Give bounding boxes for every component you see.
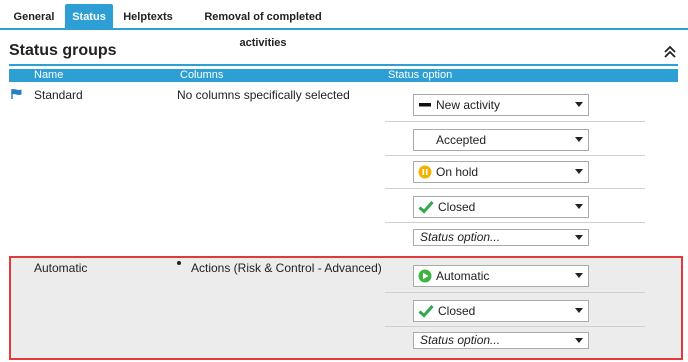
status-option-label: Closed bbox=[438, 200, 476, 214]
section-title: Status groups bbox=[9, 42, 117, 59]
group-columns: Actions (Risk & Control - Advanced) bbox=[191, 261, 382, 275]
tab-general[interactable]: General bbox=[6, 4, 62, 30]
row-divider bbox=[385, 155, 645, 156]
dash-icon bbox=[419, 103, 431, 107]
status-option-select[interactable]: Closed bbox=[413, 300, 589, 322]
row-divider bbox=[385, 292, 645, 293]
status-option-label: Accepted bbox=[436, 133, 487, 147]
header-status-option: Status option bbox=[388, 69, 453, 81]
tab-helptexts[interactable]: Helptexts bbox=[118, 4, 178, 30]
status-option-select[interactable]: Automatic bbox=[413, 265, 589, 287]
check-icon bbox=[418, 200, 434, 214]
status-option-select[interactable]: New activity bbox=[413, 94, 589, 116]
chevron-down-icon bbox=[575, 102, 583, 107]
pause-icon bbox=[418, 165, 432, 179]
status-option-add-select[interactable]: Status option... bbox=[413, 229, 589, 246]
chevron-down-icon bbox=[575, 338, 583, 343]
status-option-placeholder: Status option... bbox=[420, 230, 501, 244]
row-divider bbox=[385, 222, 645, 223]
play-icon bbox=[418, 269, 432, 283]
group-name: Automatic bbox=[34, 261, 88, 275]
header-name: Name bbox=[34, 69, 64, 81]
row-divider bbox=[385, 326, 645, 327]
chevron-down-icon bbox=[575, 308, 583, 313]
bullet-icon bbox=[177, 261, 181, 265]
status-option-label: Automatic bbox=[436, 269, 490, 283]
header-columns: Columns bbox=[180, 69, 224, 81]
collapse-icon[interactable] bbox=[663, 45, 677, 59]
check-icon bbox=[418, 304, 434, 318]
flag-icon bbox=[11, 89, 22, 99]
chevron-down-icon bbox=[575, 273, 583, 278]
tab-bar: General Status Helptexts Removal of comp… bbox=[0, 0, 688, 49]
chevron-down-icon bbox=[575, 169, 583, 174]
status-option-label: New activity bbox=[436, 98, 501, 112]
status-option-label: Closed bbox=[438, 304, 476, 318]
status-option-select[interactable]: On hold bbox=[413, 161, 589, 183]
status-option-select[interactable]: Closed bbox=[413, 196, 589, 218]
row-divider bbox=[385, 121, 645, 122]
status-option-label: On hold bbox=[436, 165, 479, 179]
status-option-select[interactable]: Accepted bbox=[413, 129, 589, 151]
section-divider bbox=[9, 64, 678, 66]
chevron-down-icon bbox=[575, 204, 583, 209]
chevron-down-icon bbox=[575, 137, 583, 142]
tab-status[interactable]: Status bbox=[65, 4, 113, 30]
group-columns: No columns specifically selected bbox=[177, 88, 350, 102]
status-option-placeholder: Status option... bbox=[420, 333, 501, 347]
chevron-down-icon bbox=[575, 235, 583, 240]
tab-removal-of-completed-activities[interactable]: Removal of completed activities bbox=[183, 4, 343, 49]
group-name: Standard bbox=[34, 88, 83, 102]
table-header: Name Columns Status option bbox=[9, 69, 678, 82]
row-divider bbox=[385, 188, 645, 189]
status-option-add-select[interactable]: Status option... bbox=[413, 332, 589, 349]
